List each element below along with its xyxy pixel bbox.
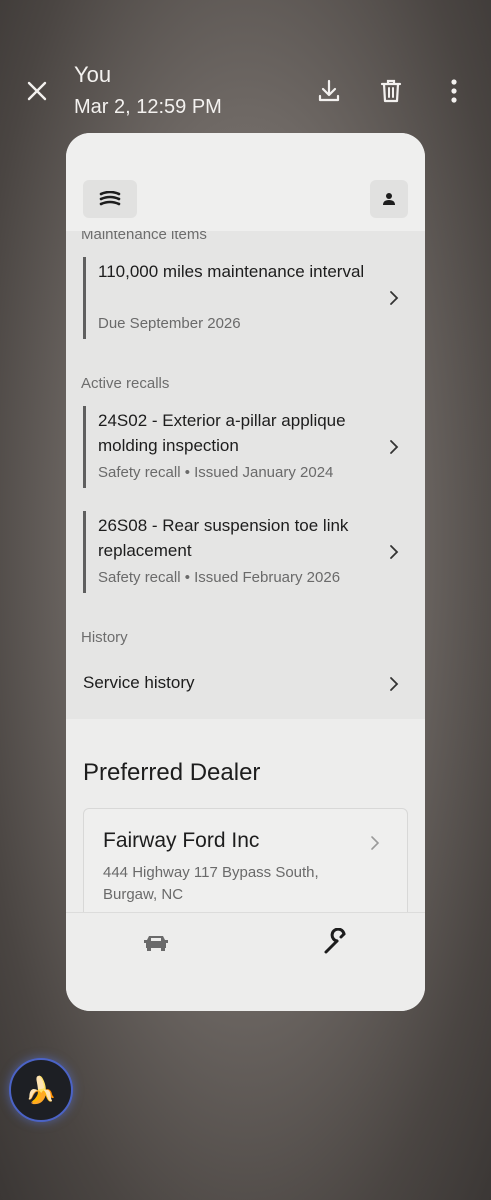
viewer-top-bar: You Mar 2, 12:59 PM <box>0 0 491 130</box>
chevron-right-icon <box>371 836 380 850</box>
recalls-section-label: Active recalls <box>81 375 170 392</box>
recall-item-title: 26S08 - Rear suspension toe link replace… <box>98 516 349 560</box>
item-accent-bar <box>83 257 86 339</box>
close-button[interactable] <box>22 76 52 106</box>
item-accent-bar <box>83 511 86 593</box>
download-icon <box>318 79 340 102</box>
trash-icon <box>380 79 402 103</box>
recall-item-title: 24S02 - Exterior a-pillar applique moldi… <box>98 411 346 455</box>
close-icon <box>27 81 47 101</box>
download-button[interactable] <box>314 76 344 106</box>
chevron-right-icon <box>390 677 399 691</box>
shared-screenshot-card: Maintenance items 110,000 miles maintena… <box>66 133 425 1011</box>
recall-item[interactable]: 26S08 - Rear suspension toe link replace… <box>83 511 408 593</box>
more-options-button[interactable] <box>439 76 469 106</box>
message-timestamp: Mar 2, 12:59 PM <box>74 96 222 118</box>
person-icon <box>383 193 395 205</box>
bottom-navigation <box>66 912 425 1011</box>
dealer-card[interactable]: Fairway Ford Inc 444 Highway 117 Bypass … <box>83 808 408 928</box>
chevron-right-icon <box>390 545 399 559</box>
history-section-label: History <box>81 629 128 646</box>
menu-button[interactable] <box>83 180 137 218</box>
maintenance-item-subtitle: Due September 2026 <box>98 315 241 332</box>
recall-item-subtitle: Safety recall • Issued January 2024 <box>98 464 334 481</box>
dealer-address: 444 Highway 117 Bypass South, Burgaw, NC <box>103 864 319 903</box>
service-content: Maintenance items 110,000 miles maintena… <box>66 231 425 719</box>
service-history-label: Service history <box>83 673 195 692</box>
service-history-row[interactable]: Service history <box>66 661 425 707</box>
app-header <box>66 133 425 231</box>
tab-service[interactable] <box>316 927 356 957</box>
maintenance-section-label: Maintenance items <box>81 231 207 243</box>
item-accent-bar <box>83 406 86 488</box>
chevron-right-icon <box>390 440 399 454</box>
more-vertical-icon <box>451 79 457 103</box>
car-icon <box>144 936 168 951</box>
delete-button[interactable] <box>376 76 406 106</box>
dealer-name: Fairway Ford Inc <box>103 829 260 852</box>
maintenance-item[interactable]: 110,000 miles maintenance interval Due S… <box>83 257 408 339</box>
banana-bubble-button[interactable]: 🍌 <box>9 1058 73 1122</box>
preferred-dealer-heading: Preferred Dealer <box>83 759 261 786</box>
wrench-icon <box>324 928 346 954</box>
recall-item[interactable]: 24S02 - Exterior a-pillar applique moldi… <box>83 406 408 488</box>
hamburger-menu-icon <box>99 191 121 206</box>
banana-emoji: 🍌 <box>24 1074 58 1105</box>
tab-vehicle[interactable] <box>136 927 176 957</box>
chevron-right-icon <box>390 291 399 305</box>
maintenance-item-title: 110,000 miles maintenance interval <box>98 262 365 281</box>
profile-button[interactable] <box>370 180 408 218</box>
recall-item-subtitle: Safety recall • Issued February 2026 <box>98 569 341 586</box>
sender-name: You <box>74 62 112 87</box>
